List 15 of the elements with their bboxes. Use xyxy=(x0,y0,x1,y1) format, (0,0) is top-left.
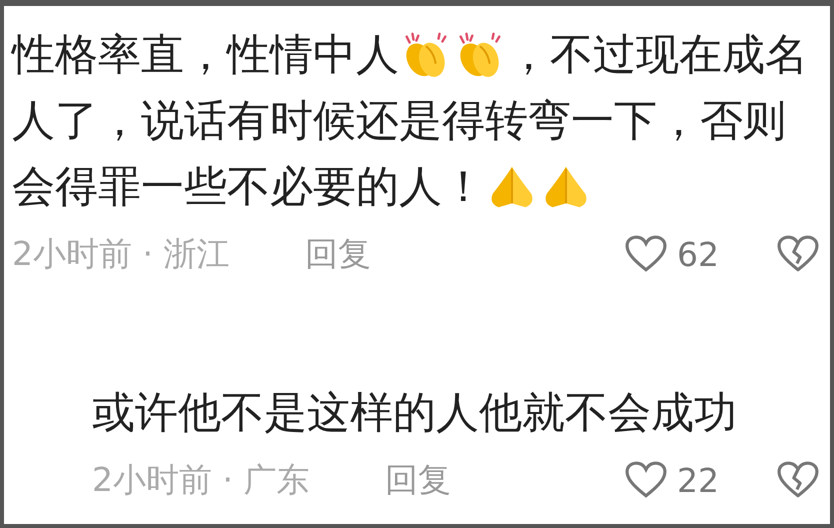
heart-icon[interactable] xyxy=(625,461,667,499)
reply-link[interactable]: 回复 xyxy=(305,232,625,276)
comment-text: 或许他不是这样的人他就不会成功 xyxy=(92,387,737,440)
comment-text: 人了，说话有时候还是得转弯一下，否则 xyxy=(12,95,786,148)
comment-text: ，不过现在成名 xyxy=(507,29,808,82)
like-count: 22 xyxy=(677,460,720,500)
broken-heart-icon[interactable] xyxy=(777,461,819,499)
broken-heart-icon[interactable] xyxy=(777,235,819,273)
heart-icon[interactable] xyxy=(625,235,667,273)
comment-time-location: 2小时前 · 广东 xyxy=(92,458,310,500)
comment-time-location: 2小时前 · 浙江 xyxy=(12,232,230,274)
like-count: 62 xyxy=(677,234,720,274)
reply-link[interactable]: 回复 xyxy=(385,458,625,502)
comment-text: 会得罪一些不必要的人！ xyxy=(12,161,485,214)
comment-text: 性格率直，性情中人 xyxy=(12,29,399,82)
